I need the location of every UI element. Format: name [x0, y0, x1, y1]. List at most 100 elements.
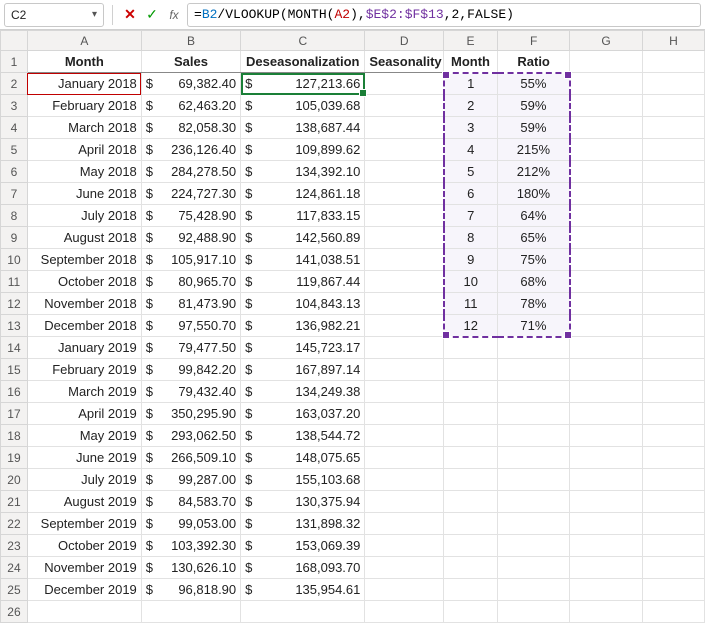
- cell-C20[interactable]: 155,103.68: [241, 469, 365, 491]
- cell-E24[interactable]: [444, 557, 498, 579]
- cell-E6[interactable]: 5: [444, 161, 498, 183]
- cell-A3[interactable]: February 2018: [27, 95, 141, 117]
- cell-D19[interactable]: [365, 447, 444, 469]
- chevron-down-icon[interactable]: ▾: [92, 9, 97, 20]
- cell-A22[interactable]: September 2019: [27, 513, 141, 535]
- cell-A16[interactable]: March 2019: [27, 381, 141, 403]
- cell-F20[interactable]: [497, 469, 569, 491]
- cell-C21[interactable]: 130,375.94: [241, 491, 365, 513]
- cell-C19[interactable]: 148,075.65: [241, 447, 365, 469]
- cell-G20[interactable]: [570, 469, 642, 491]
- cell-F9[interactable]: 65%: [497, 227, 569, 249]
- cell-H9[interactable]: [642, 227, 704, 249]
- cell-H24[interactable]: [642, 557, 704, 579]
- cell-H15[interactable]: [642, 359, 704, 381]
- cell-B11[interactable]: 80,965.70: [141, 271, 240, 293]
- cell-C12[interactable]: 104,843.13: [241, 293, 365, 315]
- cell-C25[interactable]: 135,954.61: [241, 579, 365, 601]
- cell-D6[interactable]: [365, 161, 444, 183]
- cell-B1[interactable]: Sales: [141, 51, 240, 73]
- cell-C22[interactable]: 131,898.32: [241, 513, 365, 535]
- cell-E2[interactable]: 1: [444, 73, 498, 95]
- cell-C3[interactable]: 105,039.68: [241, 95, 365, 117]
- cell-A7[interactable]: June 2018: [27, 183, 141, 205]
- cell-H11[interactable]: [642, 271, 704, 293]
- cell-B13[interactable]: 97,550.70: [141, 315, 240, 337]
- spreadsheet-grid[interactable]: ABCDEFGH1MonthSalesDeseasonalizationSeas…: [0, 30, 705, 623]
- cell-A17[interactable]: April 2019: [27, 403, 141, 425]
- cell-B19[interactable]: 266,509.10: [141, 447, 240, 469]
- cell-E20[interactable]: [444, 469, 498, 491]
- row-header-18[interactable]: 18: [1, 425, 28, 447]
- cell-D24[interactable]: [365, 557, 444, 579]
- cell-C10[interactable]: 141,038.51: [241, 249, 365, 271]
- cell-D9[interactable]: [365, 227, 444, 249]
- cell-B17[interactable]: 350,295.90: [141, 403, 240, 425]
- cell-C16[interactable]: 134,249.38: [241, 381, 365, 403]
- cell-G6[interactable]: [570, 161, 642, 183]
- cell-G17[interactable]: [570, 403, 642, 425]
- cell-E16[interactable]: [444, 381, 498, 403]
- row-header-16[interactable]: 16: [1, 381, 28, 403]
- cell-C17[interactable]: 163,037.20: [241, 403, 365, 425]
- cell-F2[interactable]: 55%: [497, 73, 569, 95]
- cell-F5[interactable]: 215%: [497, 139, 569, 161]
- cell-D14[interactable]: [365, 337, 444, 359]
- cell-F12[interactable]: 78%: [497, 293, 569, 315]
- cell-C18[interactable]: 138,544.72: [241, 425, 365, 447]
- cell-A20[interactable]: July 2019: [27, 469, 141, 491]
- cell-A1[interactable]: Month: [27, 51, 141, 73]
- cell-G23[interactable]: [570, 535, 642, 557]
- row-header-6[interactable]: 6: [1, 161, 28, 183]
- cell-H18[interactable]: [642, 425, 704, 447]
- cell-E7[interactable]: 6: [444, 183, 498, 205]
- row-header-4[interactable]: 4: [1, 117, 28, 139]
- fx-icon[interactable]: fx: [165, 8, 183, 22]
- cell-B7[interactable]: 224,727.30: [141, 183, 240, 205]
- cell-D15[interactable]: [365, 359, 444, 381]
- cell-F1[interactable]: Ratio: [497, 51, 569, 73]
- cell-C1[interactable]: Deseasonalization: [241, 51, 365, 73]
- cell-E15[interactable]: [444, 359, 498, 381]
- cell-F16[interactable]: [497, 381, 569, 403]
- col-header-H[interactable]: H: [642, 31, 704, 51]
- cell-D23[interactable]: [365, 535, 444, 557]
- cell-A4[interactable]: March 2018: [27, 117, 141, 139]
- cell-F14[interactable]: [497, 337, 569, 359]
- cell-B22[interactable]: 99,053.00: [141, 513, 240, 535]
- cell-A19[interactable]: June 2019: [27, 447, 141, 469]
- cell-F21[interactable]: [497, 491, 569, 513]
- cell-G9[interactable]: [570, 227, 642, 249]
- cell-A23[interactable]: October 2019: [27, 535, 141, 557]
- cell-E8[interactable]: 7: [444, 205, 498, 227]
- cell-F11[interactable]: 68%: [497, 271, 569, 293]
- cell-A25[interactable]: December 2019: [27, 579, 141, 601]
- row-header-1[interactable]: 1: [1, 51, 28, 73]
- cell-F18[interactable]: [497, 425, 569, 447]
- cell-A13[interactable]: December 2018: [27, 315, 141, 337]
- cell-G26[interactable]: [570, 601, 642, 623]
- cell-B12[interactable]: 81,473.90: [141, 293, 240, 315]
- cell-E23[interactable]: [444, 535, 498, 557]
- cell-F24[interactable]: [497, 557, 569, 579]
- cell-G10[interactable]: [570, 249, 642, 271]
- cell-G1[interactable]: [570, 51, 642, 73]
- cell-C24[interactable]: 168,093.70: [241, 557, 365, 579]
- row-header-23[interactable]: 23: [1, 535, 28, 557]
- cell-G22[interactable]: [570, 513, 642, 535]
- cell-H16[interactable]: [642, 381, 704, 403]
- cell-H1[interactable]: [642, 51, 704, 73]
- cell-D20[interactable]: [365, 469, 444, 491]
- cell-E14[interactable]: [444, 337, 498, 359]
- cell-G5[interactable]: [570, 139, 642, 161]
- cell-F25[interactable]: [497, 579, 569, 601]
- cell-G2[interactable]: [570, 73, 642, 95]
- cell-G15[interactable]: [570, 359, 642, 381]
- row-header-14[interactable]: 14: [1, 337, 28, 359]
- row-header-26[interactable]: 26: [1, 601, 28, 623]
- cell-F22[interactable]: [497, 513, 569, 535]
- cell-E19[interactable]: [444, 447, 498, 469]
- cell-E4[interactable]: 3: [444, 117, 498, 139]
- cell-E21[interactable]: [444, 491, 498, 513]
- cell-F19[interactable]: [497, 447, 569, 469]
